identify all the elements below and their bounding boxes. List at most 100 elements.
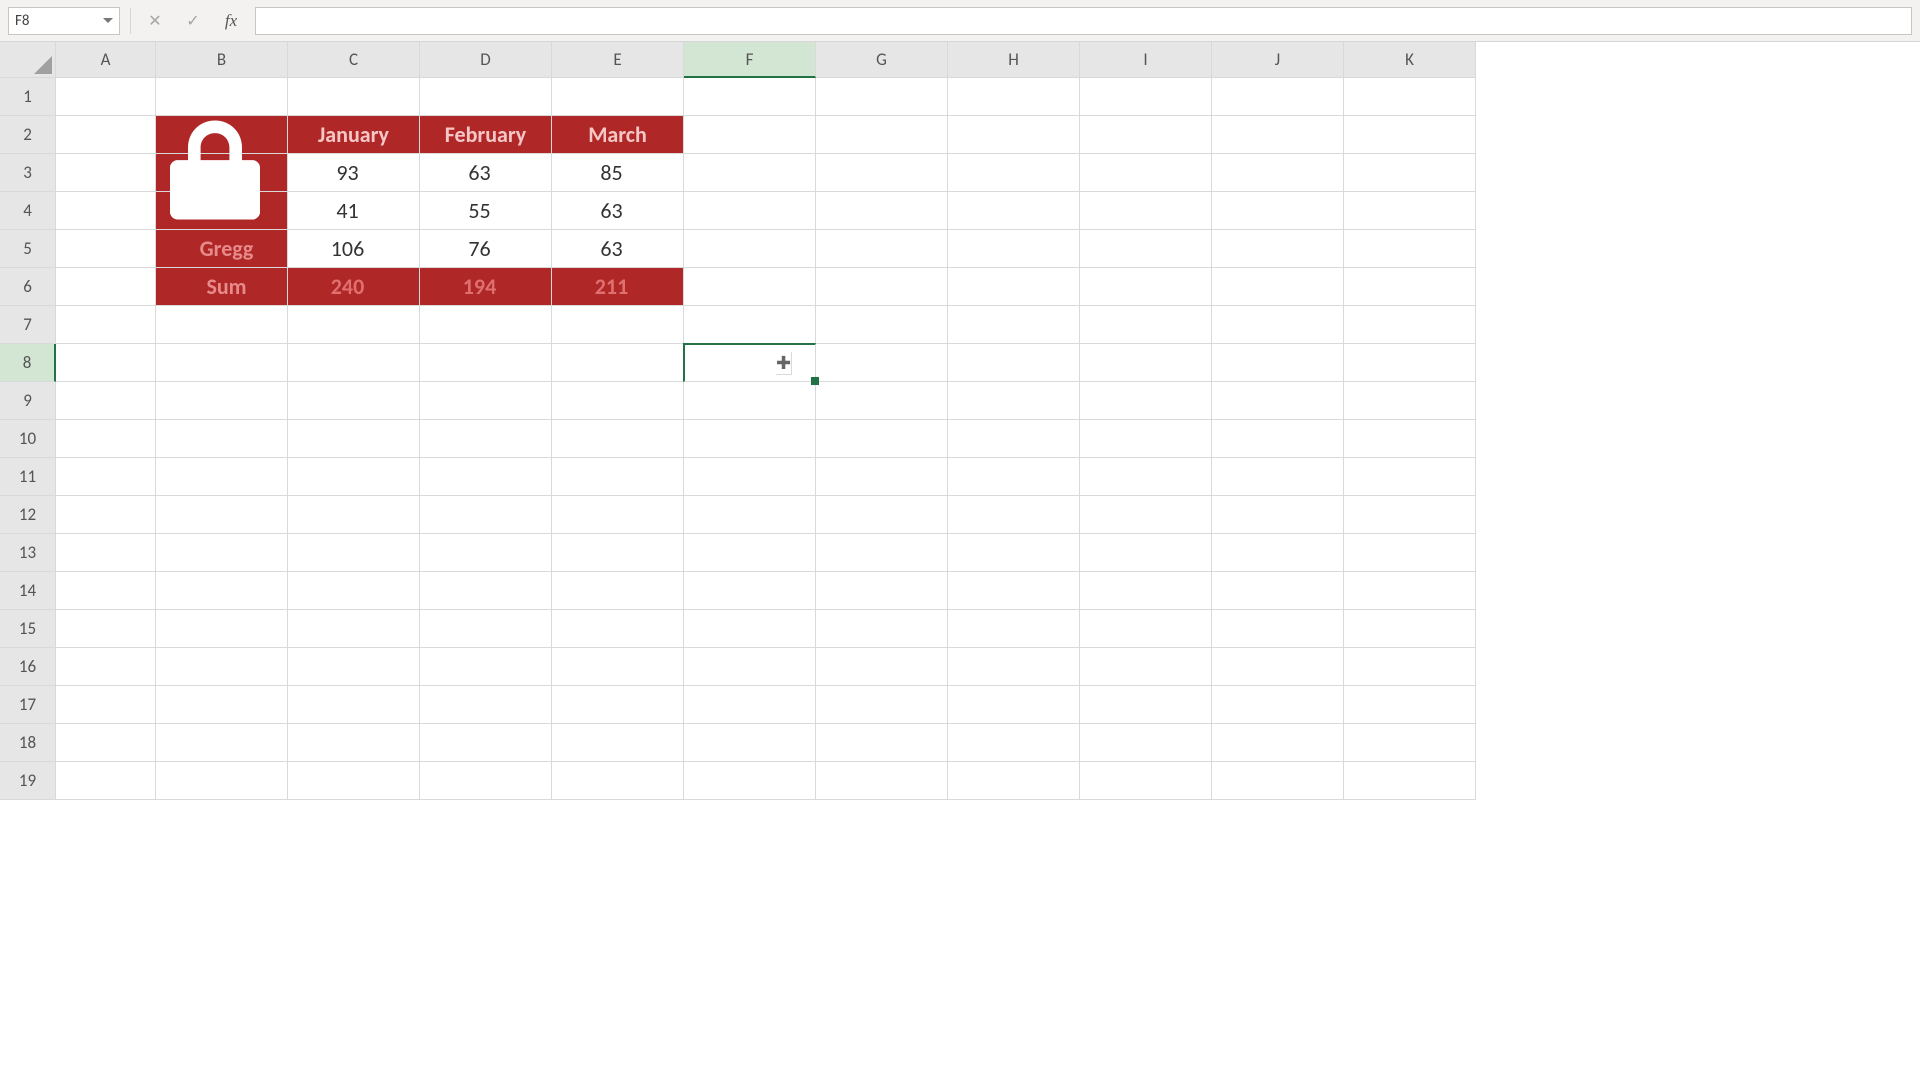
cell-C11[interactable]: [288, 458, 420, 496]
table-cell[interactable]: 63: [552, 230, 684, 268]
cell-F4[interactable]: [684, 192, 816, 230]
cell-A1[interactable]: [56, 78, 156, 116]
cell-K1[interactable]: [1344, 78, 1476, 116]
table-cell[interactable]: 85: [552, 154, 684, 192]
cell-A9[interactable]: [56, 382, 156, 420]
cell-F13[interactable]: [684, 534, 816, 572]
table-cell[interactable]: 63: [420, 154, 552, 192]
row-header-6[interactable]: 6: [0, 268, 56, 306]
cell-G13[interactable]: [816, 534, 948, 572]
cell-D7[interactable]: [420, 306, 552, 344]
cell-G8[interactable]: [816, 344, 948, 382]
formula-input[interactable]: [255, 7, 1912, 35]
cell-J4[interactable]: [1212, 192, 1344, 230]
row-header-10[interactable]: 10: [0, 420, 56, 458]
cell-G10[interactable]: [816, 420, 948, 458]
cell-F9[interactable]: [684, 382, 816, 420]
cell-H5[interactable]: [948, 230, 1080, 268]
cell-K17[interactable]: [1344, 686, 1476, 724]
cell-C15[interactable]: [288, 610, 420, 648]
cell-G9[interactable]: [816, 382, 948, 420]
cell-E19[interactable]: [552, 762, 684, 800]
cell-F8[interactable]: [684, 344, 816, 382]
cell-D14[interactable]: [420, 572, 552, 610]
row-header-1[interactable]: 1: [0, 78, 56, 116]
cell-I13[interactable]: [1080, 534, 1212, 572]
cell-G5[interactable]: [816, 230, 948, 268]
cell-F10[interactable]: [684, 420, 816, 458]
cell-H12[interactable]: [948, 496, 1080, 534]
cell-J8[interactable]: [1212, 344, 1344, 382]
cell-H19[interactable]: [948, 762, 1080, 800]
cell-H18[interactable]: [948, 724, 1080, 762]
select-all-corner[interactable]: [0, 42, 56, 78]
cell-I19[interactable]: [1080, 762, 1212, 800]
cell-B15[interactable]: [156, 610, 288, 648]
cell-A8[interactable]: [56, 344, 156, 382]
cell-D1[interactable]: [420, 78, 552, 116]
column-header-I[interactable]: I: [1080, 42, 1212, 78]
cell-I14[interactable]: [1080, 572, 1212, 610]
cell-K14[interactable]: [1344, 572, 1476, 610]
cell-H8[interactable]: [948, 344, 1080, 382]
cell-K10[interactable]: [1344, 420, 1476, 458]
column-header-F[interactable]: F: [684, 42, 816, 78]
cell-A7[interactable]: [56, 306, 156, 344]
cell-A6[interactable]: [56, 268, 156, 306]
table-row-label[interactable]: John: [156, 154, 288, 192]
cell-J6[interactable]: [1212, 268, 1344, 306]
column-header-D[interactable]: D: [420, 42, 552, 78]
cell-H16[interactable]: [948, 648, 1080, 686]
cell-H6[interactable]: [948, 268, 1080, 306]
cell-I3[interactable]: [1080, 154, 1212, 192]
cell-D10[interactable]: [420, 420, 552, 458]
cell-A2[interactable]: [56, 116, 156, 154]
cell-A16[interactable]: [56, 648, 156, 686]
row-header-16[interactable]: 16: [0, 648, 56, 686]
table-cell[interactable]: 41: [288, 192, 420, 230]
cell-B17[interactable]: [156, 686, 288, 724]
cell-F1[interactable]: [684, 78, 816, 116]
fx-button[interactable]: fx: [217, 7, 245, 35]
cell-H4[interactable]: [948, 192, 1080, 230]
cell-K16[interactable]: [1344, 648, 1476, 686]
cell-F16[interactable]: [684, 648, 816, 686]
row-header-3[interactable]: 3: [0, 154, 56, 192]
cell-K6[interactable]: [1344, 268, 1476, 306]
cell-E8[interactable]: [552, 344, 684, 382]
cell-F18[interactable]: [684, 724, 816, 762]
cell-H11[interactable]: [948, 458, 1080, 496]
cell-A17[interactable]: [56, 686, 156, 724]
cell-I7[interactable]: [1080, 306, 1212, 344]
cell-D8[interactable]: [420, 344, 552, 382]
cell-A10[interactable]: [56, 420, 156, 458]
cell-I10[interactable]: [1080, 420, 1212, 458]
cell-D11[interactable]: [420, 458, 552, 496]
cell-H2[interactable]: [948, 116, 1080, 154]
cell-G16[interactable]: [816, 648, 948, 686]
cell-J10[interactable]: [1212, 420, 1344, 458]
table-cell[interactable]: 93: [288, 154, 420, 192]
cell-J17[interactable]: [1212, 686, 1344, 724]
cell-B12[interactable]: [156, 496, 288, 534]
row-header-5[interactable]: 5: [0, 230, 56, 268]
table-row-label[interactable]: Gregg: [156, 230, 288, 268]
cell-F15[interactable]: [684, 610, 816, 648]
column-header-B[interactable]: B: [156, 42, 288, 78]
cell-B16[interactable]: [156, 648, 288, 686]
cell-F5[interactable]: [684, 230, 816, 268]
cell-A3[interactable]: [56, 154, 156, 192]
cell-A4[interactable]: [56, 192, 156, 230]
table-header-February[interactable]: February: [420, 116, 552, 154]
cell-J15[interactable]: [1212, 610, 1344, 648]
cell-B13[interactable]: [156, 534, 288, 572]
cell-K12[interactable]: [1344, 496, 1476, 534]
cell-C10[interactable]: [288, 420, 420, 458]
cell-F17[interactable]: [684, 686, 816, 724]
column-header-E[interactable]: E: [552, 42, 684, 78]
cell-G7[interactable]: [816, 306, 948, 344]
cell-D9[interactable]: [420, 382, 552, 420]
table-sum-label[interactable]: Sum: [156, 268, 288, 306]
cell-F11[interactable]: [684, 458, 816, 496]
table-cell[interactable]: 55: [420, 192, 552, 230]
